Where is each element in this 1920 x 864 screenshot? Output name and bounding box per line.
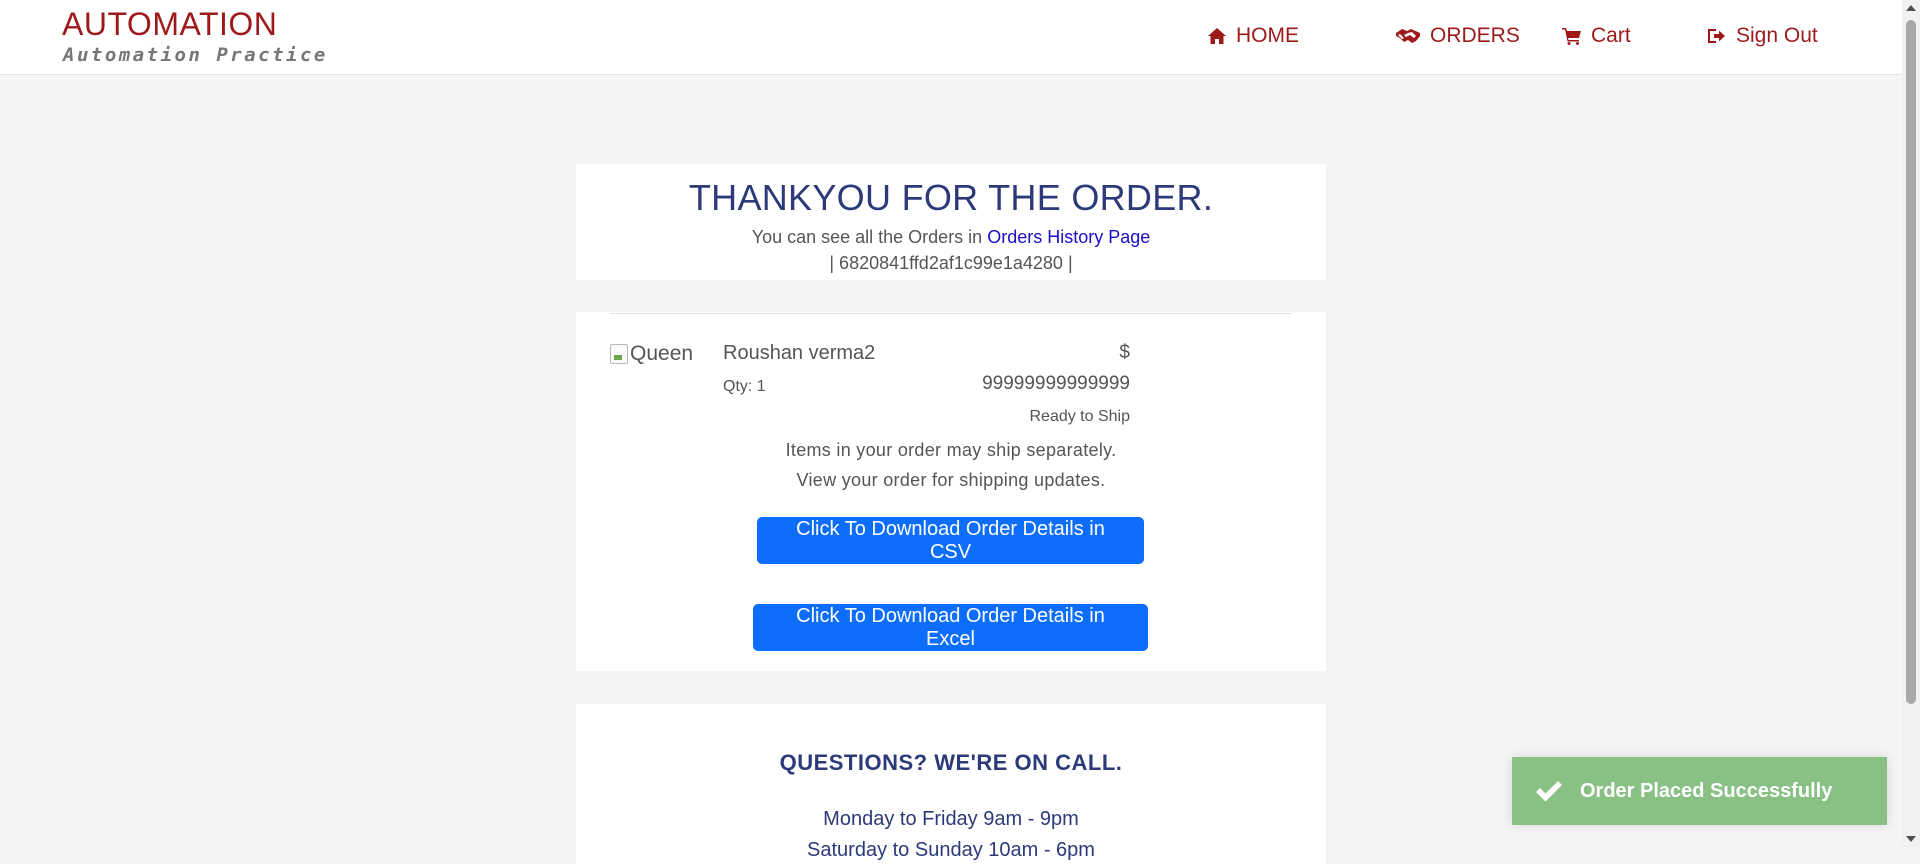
nav-orders[interactable]: ORDERS xyxy=(1394,22,1520,50)
scrollbar-thumb[interactable] xyxy=(1906,20,1916,704)
nav-home[interactable]: HOME xyxy=(1206,22,1299,50)
thank-you-heading: THANKYOU FOR THE ORDER. xyxy=(688,177,1214,218)
handshake-icon xyxy=(1394,25,1422,47)
order-item-card: Queen Roushan verma2 Qty: 1 $ 9999999999… xyxy=(576,312,1326,671)
brand-title[interactable]: AUTOMATION xyxy=(62,6,277,43)
weekend-hours: Saturday to Sunday 10am - 6pm xyxy=(807,839,1095,861)
product-image: Queen xyxy=(610,342,693,366)
product-price: 99999999999999 xyxy=(982,373,1130,394)
orders-history-link[interactable]: Orders History Page xyxy=(987,227,1150,247)
scroll-up-icon[interactable] xyxy=(1906,5,1916,11)
broken-image-icon xyxy=(610,344,628,364)
nav-home-label: HOME xyxy=(1236,24,1299,47)
divider xyxy=(610,313,1292,314)
toast-message: Order Placed Successfully xyxy=(1580,779,1833,802)
weekday-hours: Monday to Friday 9am - 9pm xyxy=(823,808,1079,830)
support-heading: QUESTIONS? WE'RE ON CALL. xyxy=(779,750,1123,775)
success-toast[interactable]: Order Placed Successfully xyxy=(1512,757,1887,825)
download-excel-button[interactable]: Click To Download Order Details in Excel xyxy=(753,604,1148,651)
orders-history-prefix: You can see all the Orders in xyxy=(751,227,983,247)
page-scrollbar[interactable] xyxy=(1902,0,1920,847)
shipping-note-1: Items in your order may ship separately. xyxy=(785,440,1117,460)
order-id: | 6820841ffd2af1c99e1a4280 | xyxy=(829,253,1073,273)
orders-history-line: You can see all the Orders in Orders His… xyxy=(576,227,1326,248)
shipping-status: Ready to Ship xyxy=(1029,408,1130,425)
nav-signout-label: Sign Out xyxy=(1736,24,1818,47)
nav-signout[interactable]: Sign Out xyxy=(1706,22,1818,50)
brand-subtitle: Automation Practice xyxy=(63,44,328,66)
support-card: QUESTIONS? WE'RE ON CALL. Monday to Frid… xyxy=(576,704,1326,864)
nav-orders-label: ORDERS xyxy=(1430,24,1520,47)
shipping-note-2: View your order for shipping updates. xyxy=(796,470,1106,490)
download-csv-button[interactable]: Click To Download Order Details in CSV xyxy=(757,517,1144,564)
scroll-down-icon[interactable] xyxy=(1906,836,1916,842)
top-navbar: AUTOMATION Automation Practice HOME ORDE… xyxy=(0,0,1902,75)
home-icon xyxy=(1206,25,1228,47)
product-image-alt: Queen xyxy=(630,342,694,365)
nav-cart-label: Cart xyxy=(1591,24,1631,47)
sign-out-icon xyxy=(1706,25,1728,47)
order-confirmation-card: THANKYOU FOR THE ORDER. You can see all … xyxy=(576,164,1326,280)
check-icon xyxy=(1534,779,1564,803)
cart-icon xyxy=(1561,25,1583,47)
product-name: Roushan verma2 xyxy=(723,342,876,364)
product-quantity: Qty: 1 xyxy=(723,378,766,395)
price-currency: $ xyxy=(1119,342,1130,363)
nav-cart[interactable]: Cart xyxy=(1561,22,1631,50)
